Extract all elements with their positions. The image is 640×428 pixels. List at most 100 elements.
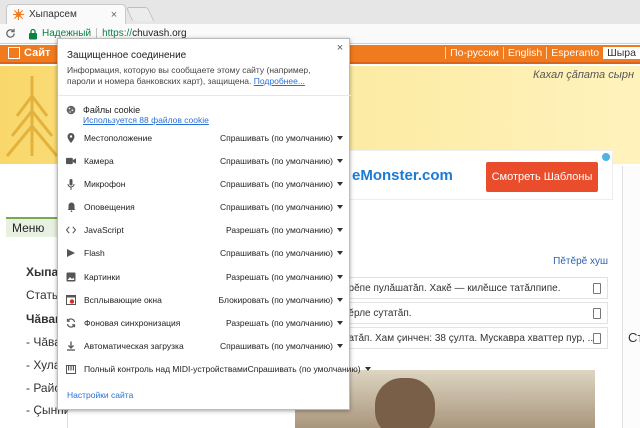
camera-icon (66, 156, 76, 166)
permission-select[interactable]: Спрашивать (по умолчанию) (220, 341, 343, 351)
permission-row-midi: Полный контроль над MIDI-устройствами Сп… (58, 358, 371, 380)
permission-label: Камера (84, 156, 114, 166)
phone-icon (593, 332, 601, 344)
permission-label: Flash (84, 248, 105, 258)
permission-value: Разрешать (по умолчанию) (225, 225, 333, 235)
flash-icon (66, 248, 76, 258)
permission-row-auto-download: Автоматическая загрузка Спрашивать (по у… (58, 335, 351, 357)
browser-tab[interactable]: Хыпарсем × (6, 4, 126, 24)
news-item[interactable]: ĕрĕпе пулăшатăп. Хакĕ — килĕшсе татăлпип… (338, 277, 608, 299)
permission-label: Местоположение (84, 133, 153, 143)
right-column (622, 166, 640, 428)
permission-select[interactable]: Спрашивать (по умолчанию) (220, 179, 343, 189)
permission-select[interactable]: Разрешать (по умолчанию) (226, 272, 343, 282)
right-column-heading: Ст (628, 330, 640, 345)
permission-select[interactable]: Спрашивать (по умолчанию) (248, 364, 371, 374)
divider (58, 95, 351, 96)
language-switcher: По-русски English Esperanto Шыра (445, 47, 640, 59)
dropdown-caret-icon (337, 159, 343, 163)
permission-select[interactable]: Спрашивать (по умолчанию) (220, 248, 343, 258)
permission-row-microphone: Микрофон Спрашивать (по умолчанию) (58, 173, 351, 195)
brand-logo-icon (8, 47, 20, 59)
permission-label: Всплывающие окна (84, 295, 162, 305)
dropdown-caret-icon (337, 228, 343, 232)
permission-value: Спрашивать (по умолчанию) (219, 156, 333, 166)
site-favicon-icon (13, 9, 24, 20)
lang-esperanto[interactable]: Esperanto (546, 47, 603, 59)
permission-row-camera: Камера Спрашивать (по умолчанию) (58, 150, 351, 172)
news-item-text: ратăп. Хам çинчен: 38 çулта. Мускавра хв… (343, 332, 593, 344)
permission-label: Полный контроль над MIDI-устройствами (84, 364, 248, 374)
news-item[interactable]: пĕрле сутатăп. (338, 302, 608, 324)
permission-row-popups: Всплывающие окна Блокировать (по умолчан… (58, 289, 351, 311)
lang-english[interactable]: English (502, 47, 546, 59)
news-item[interactable]: ратăп. Хам çинчен: 38 çулта. Мускавра хв… (338, 327, 608, 349)
site-motto: Кахал çăпата сырн (533, 69, 634, 81)
advertisement[interactable]: eMonster.com Смотреть Шаблоны (330, 150, 613, 200)
permission-label: Фоновая синхронизация (84, 318, 181, 328)
permission-value: Спрашивать (по умолчанию) (219, 248, 333, 258)
ad-cta-button[interactable]: Смотреть Шаблоны (486, 162, 598, 192)
permission-select[interactable]: Разрешать (по умолчанию) (226, 225, 343, 235)
dropdown-caret-icon (364, 367, 371, 371)
reload-button[interactable] (0, 24, 20, 44)
permission-select[interactable]: Блокировать (по умолчанию) (219, 295, 343, 305)
photo-subject (375, 378, 435, 428)
permission-select[interactable]: Разрешать (по умолчанию) (226, 318, 343, 328)
popups-icon (66, 295, 76, 305)
news-item-text: ĕрĕпе пулăшатăп. Хакĕ — килĕшсе татăлпип… (343, 282, 561, 294)
images-icon (66, 272, 76, 282)
close-icon[interactable]: × (335, 42, 345, 54)
lang-russian[interactable]: По-русски (445, 47, 503, 59)
tab-close-icon[interactable]: × (109, 9, 119, 21)
microphone-icon (66, 178, 76, 190)
connection-description: Информация, которую вы сообщаете этому с… (67, 65, 337, 87)
dropdown-caret-icon (337, 344, 343, 348)
permission-label: Оповещения (84, 202, 135, 212)
dropdown-caret-icon (337, 321, 343, 325)
permission-select[interactable]: Спрашивать (по умолчанию) (220, 133, 343, 143)
new-tab-button[interactable] (125, 7, 155, 21)
permission-value: Спрашивать (по умолчанию) (247, 364, 361, 374)
ad-headline[interactable]: eMonster.com (352, 167, 453, 184)
dropdown-caret-icon (337, 136, 343, 140)
sync-icon (66, 318, 76, 328)
permission-value: Разрешать (по умолчанию) (225, 272, 333, 282)
news-item-text: пĕрле сутатăп. (343, 307, 412, 319)
midi-icon (66, 364, 76, 374)
phone-icon (593, 307, 601, 319)
javascript-icon (66, 225, 76, 235)
phone-icon (593, 282, 601, 294)
permission-select[interactable]: Спрашивать (по умолчанию) (220, 202, 343, 212)
permission-row-notifications: Оповещения Спрашивать (по умолчанию) (58, 196, 351, 218)
lang-chuvash[interactable]: Шыра (603, 47, 640, 59)
permission-select[interactable]: Спрашивать (по умолчанию) (220, 156, 343, 166)
connection-title: Защищенное соединение (67, 50, 187, 61)
permission-row-flash: Flash Спрашивать (по умолчанию) (58, 242, 351, 264)
site-brand[interactable]: Сайт (8, 47, 50, 59)
permission-value: Спрашивать (по умолчанию) (219, 341, 333, 351)
permission-value: Блокировать (по умолчанию) (218, 295, 333, 305)
news-more-link[interactable]: Пĕтĕрĕ хуш (350, 256, 608, 271)
tab-strip: Хыпарсем × (0, 0, 640, 24)
permission-value: Спрашивать (по умолчанию) (219, 202, 333, 212)
location-icon (66, 133, 76, 143)
lock-icon[interactable] (28, 28, 38, 40)
site-info-popup: × Защищенное соединение Информация, кото… (57, 38, 371, 410)
cookies-title: Файлы cookie (83, 105, 141, 115)
download-icon (66, 341, 76, 351)
dropdown-caret-icon (337, 298, 343, 302)
permission-value: Разрешать (по умолчанию) (225, 318, 333, 328)
permission-row-images: Картинки Разрешать (по умолчанию) (58, 266, 351, 288)
brand-text: Сайт (24, 47, 51, 59)
chuvash-ornament-icon (5, 76, 59, 157)
more-details-link[interactable]: Подробнее... (254, 76, 305, 86)
permission-value: Спрашивать (по умолчанию) (219, 179, 333, 189)
permission-label: Автоматическая загрузка (84, 341, 184, 351)
permission-value: Спрашивать (по умолчанию) (219, 133, 333, 143)
dropdown-caret-icon (337, 205, 343, 209)
notifications-icon (66, 202, 76, 212)
ad-info-icon[interactable] (602, 153, 610, 161)
cookies-link[interactable]: Используется 88 файлов cookie (83, 115, 209, 125)
site-settings-link[interactable]: Настройки сайта (67, 390, 133, 400)
